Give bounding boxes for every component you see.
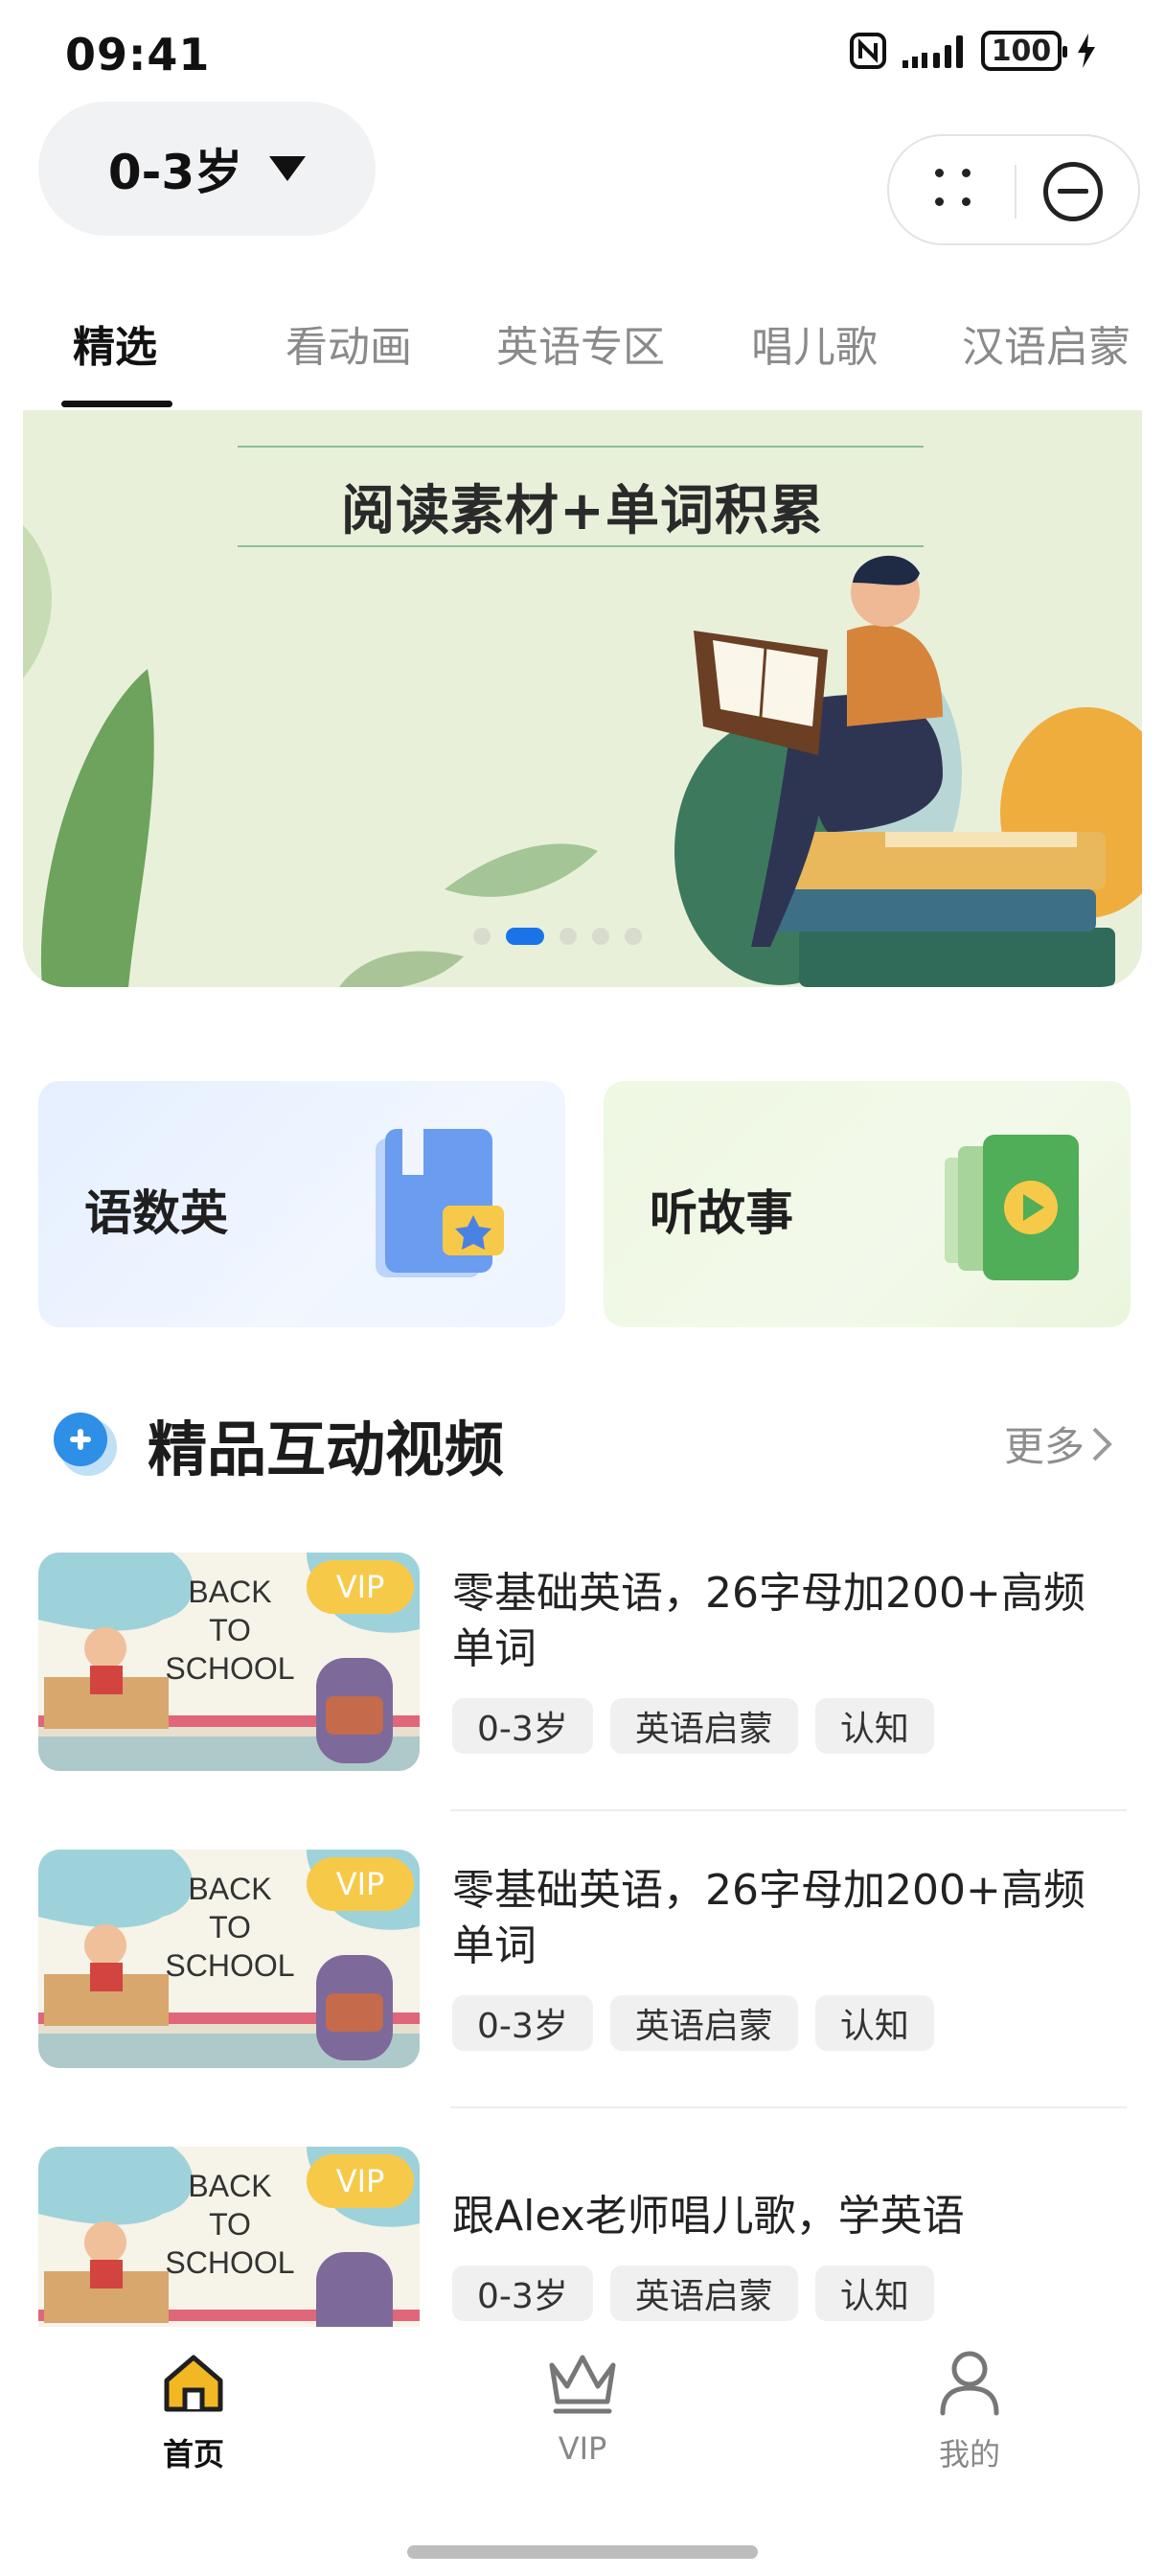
thumb-text-line: BACK: [188, 1575, 271, 1609]
chevron-right-icon: [1092, 1427, 1112, 1460]
more-label: 更多: [1003, 1423, 1085, 1470]
tag: 认知: [814, 2266, 934, 2321]
age-selector[interactable]: 0-3岁: [38, 102, 376, 236]
age-selector-label: 0-3岁: [107, 145, 243, 200]
bottom-tab-bar: 首页 VIP 我的: [0, 2327, 1165, 2576]
close-mini-program-icon[interactable]: [1043, 162, 1103, 221]
thumb-text-line: TO: [209, 1613, 251, 1647]
thumb-text-line: BACK: [188, 2169, 271, 2203]
video-title: 跟Alex老师唱儿歌，学英语: [452, 2192, 965, 2241]
card-chinese-math-english[interactable]: 语数英: [38, 1081, 565, 1327]
tag: 认知: [814, 1995, 934, 2051]
tag: 0-3岁: [452, 1995, 593, 2051]
tag: 0-3岁: [452, 2266, 593, 2321]
promo-banner[interactable]: 阅读素材+单词积累: [23, 410, 1142, 987]
battery-indicator: 100: [981, 31, 1067, 71]
nfc-icon: [850, 33, 886, 69]
battery-level: 100: [991, 34, 1052, 68]
list-divider: [450, 1809, 1127, 1811]
tabbar-label: 我的: [938, 2436, 1000, 2472]
tabbar-label: VIP: [558, 2430, 607, 2467]
tab-chinese[interactable]: 汉语启蒙: [962, 312, 1131, 374]
more-link[interactable]: 更多: [1004, 1414, 1113, 1473]
tabbar-home[interactable]: 首页: [107, 2348, 280, 2474]
vip-badge: VIP: [307, 1560, 414, 1614]
home-indicator[interactable]: [407, 2545, 758, 2559]
card-label: 语数英: [84, 1185, 228, 1241]
status-time: 09:41: [65, 29, 211, 80]
tabbar-vip[interactable]: VIP: [496, 2348, 669, 2467]
video-thumbnail: BACK TO SCHOOL VIP: [38, 2147, 420, 2327]
book-star-icon: [376, 1129, 504, 1277]
vip-badge: VIP: [307, 1857, 414, 1911]
signal-icon: [902, 35, 963, 68]
video-title: 零基础英语，26字母加200+高频单词: [452, 1866, 1085, 1970]
thumb-text-line: BACK: [188, 1872, 271, 1906]
video-title: 零基础英语，26字母加200+高频单词: [452, 1569, 1085, 1673]
charging-icon: [1078, 34, 1095, 68]
tag: 英语启蒙: [609, 1698, 798, 1754]
thumb-text-line: TO: [209, 1910, 251, 1944]
tab-active-indicator: [61, 401, 172, 407]
play-card-icon: [945, 1135, 1079, 1280]
tab-nursery-rhymes[interactable]: 唱儿歌: [751, 312, 878, 374]
thumb-text-line: SCHOOL: [165, 2245, 294, 2280]
tag: 英语启蒙: [609, 1995, 798, 2051]
thumb-text-line: SCHOOL: [165, 1948, 294, 1983]
video-tags: 0-3岁 英语启蒙 认知: [452, 1698, 934, 1754]
video-item[interactable]: BACK TO SCHOOL VIP 零基础英语，26字母加200+高频单词 0…: [38, 1552, 1127, 1771]
tab-english[interactable]: 英语专区: [496, 312, 665, 374]
person-icon: [940, 2351, 999, 2416]
crown-icon: [549, 2355, 616, 2414]
category-tabs: 精选 看动画 英语专区 唱儿歌 汉语启蒙: [0, 288, 1165, 412]
caret-down-icon: [269, 156, 307, 181]
section-title: 精品互动视频: [148, 1414, 505, 1484]
home-icon: [164, 2355, 223, 2412]
tag: 认知: [814, 1698, 934, 1754]
status-icons: 100: [849, 31, 1098, 71]
list-divider: [450, 2106, 1127, 2108]
banner-title: 阅读素材+单词积累: [341, 480, 824, 542]
video-tags: 0-3岁 英语启蒙 认知: [452, 1995, 934, 2051]
card-listen-stories[interactable]: 听故事: [604, 1081, 1131, 1327]
video-item[interactable]: BACK TO SCHOOL VIP 零基础英语，26字母加200+高频单词 0…: [38, 1850, 1127, 2068]
thumb-text-line: TO: [209, 2207, 251, 2242]
mini-program-capsule: [887, 134, 1140, 245]
video-item[interactable]: BACK TO SCHOOL VIP 跟Alex老师唱儿歌，学英语 0-3岁 英…: [38, 2147, 1127, 2327]
tag: 英语启蒙: [609, 2266, 798, 2321]
video-thumbnail: BACK TO SCHOOL VIP: [38, 1850, 420, 2068]
tag: 0-3岁: [452, 1698, 593, 1754]
interactive-video-icon: [54, 1413, 117, 1476]
thumb-text-line: SCHOOL: [165, 1651, 294, 1686]
tabbar-profile[interactable]: 我的: [883, 2348, 1056, 2474]
category-cards: 语数英 听故事: [38, 1081, 1131, 1327]
section-header: 精品互动视频 更多: [50, 1395, 1123, 1487]
card-label: 听故事: [650, 1185, 793, 1241]
more-dots-icon[interactable]: [935, 169, 983, 217]
video-thumbnail: BACK TO SCHOOL VIP: [38, 1552, 420, 1771]
tab-featured[interactable]: 精选: [73, 312, 157, 374]
tabbar-label: 首页: [162, 2436, 224, 2472]
banner-pagination: [473, 928, 642, 945]
tab-animation[interactable]: 看动画: [286, 312, 412, 374]
capsule-divider: [1015, 165, 1017, 218]
vip-badge: VIP: [307, 2154, 414, 2208]
video-tags: 0-3岁 英语启蒙 认知: [452, 2266, 934, 2321]
